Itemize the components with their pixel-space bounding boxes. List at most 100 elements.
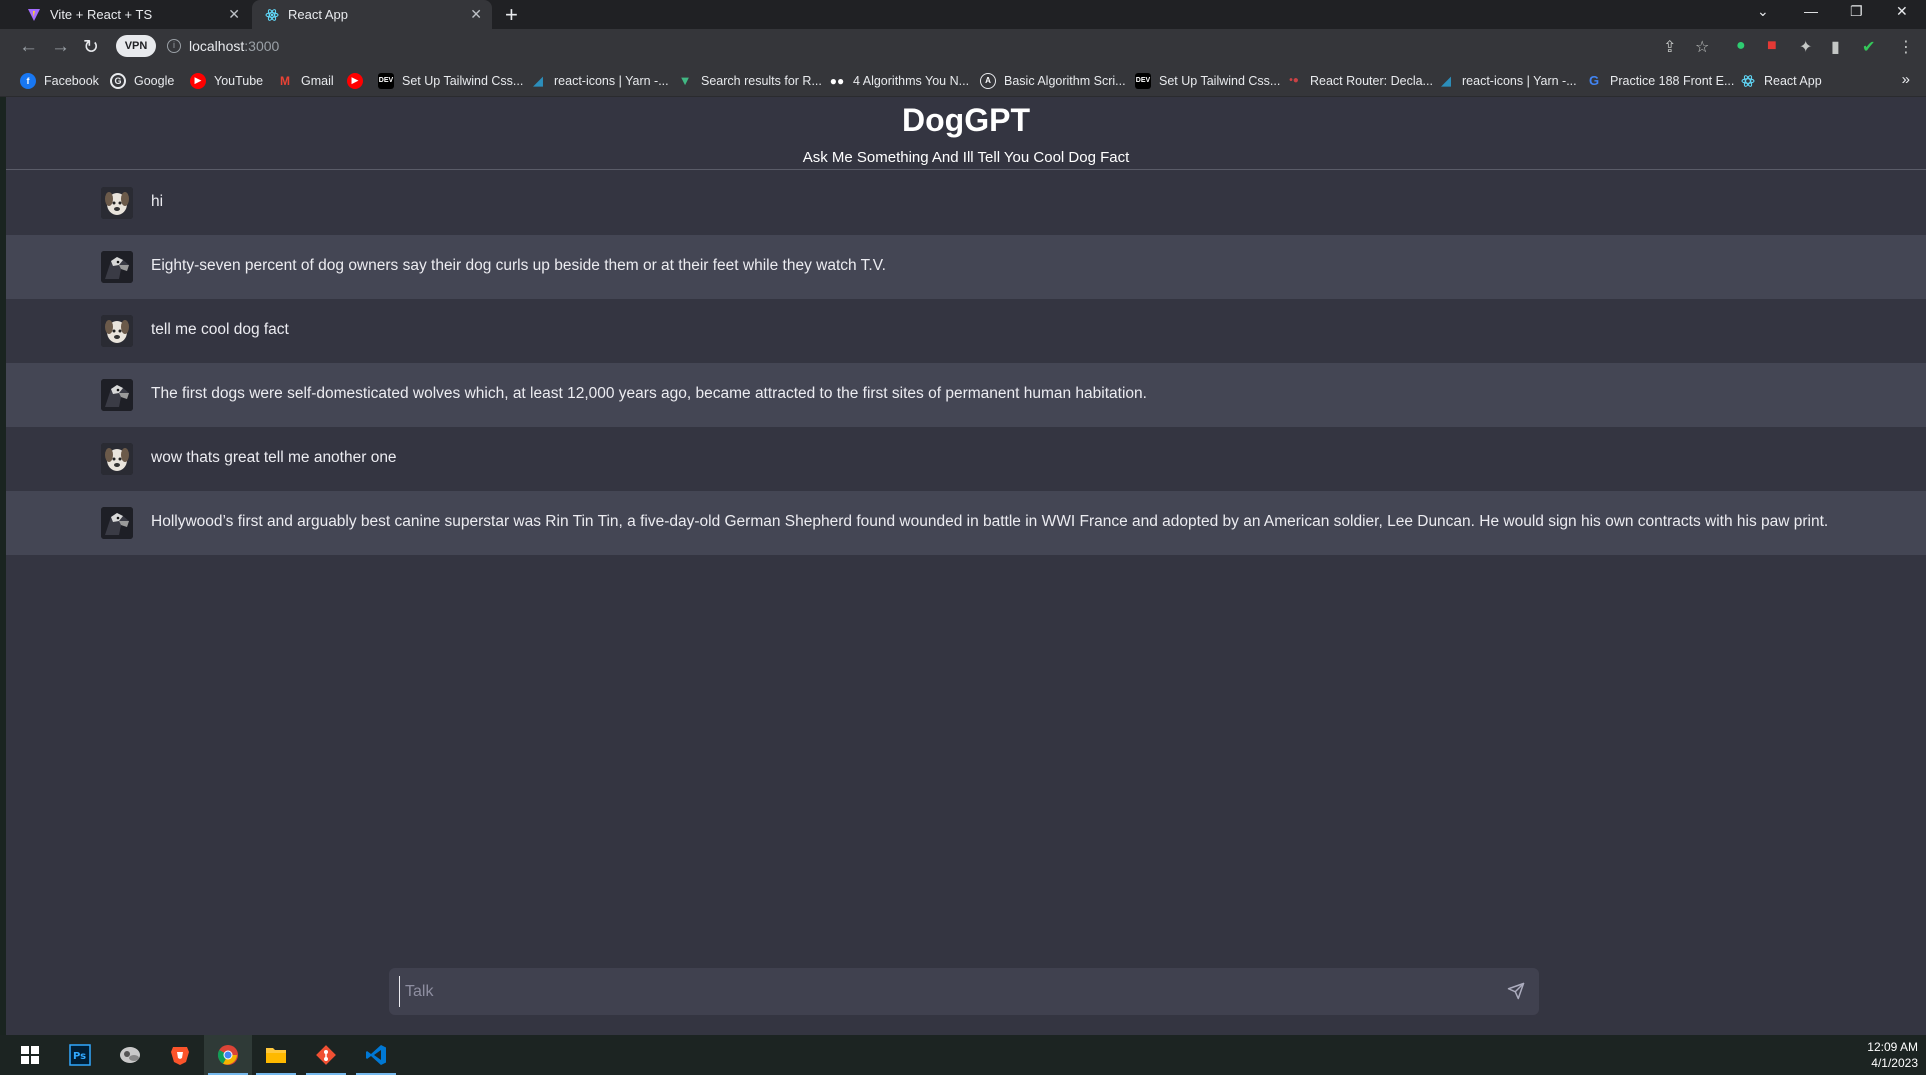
close-tab-icon[interactable]: ✕ (228, 6, 240, 23)
bookmark-basic-algorithm[interactable]: A Basic Algorithm Scri... (980, 65, 1126, 96)
vue-icon: ▼ (678, 73, 692, 88)
bookmark-react-router[interactable]: •● React Router: Decla... (1286, 65, 1433, 96)
message-text: hi (151, 193, 164, 210)
bookmark-google[interactable]: G Google (110, 65, 174, 96)
system-clock[interactable]: 12:09 AM 4/1/2023 (1867, 1039, 1918, 1071)
bookmarks-overflow-icon[interactable]: » (1902, 71, 1910, 88)
tab-strip: Vite + React + TS ✕ React App ✕ + ⌄ — ❐ … (0, 0, 1926, 29)
user-message: hi (6, 171, 1926, 235)
yarn-icon: ◢ (533, 72, 543, 88)
bookmark-label: react-icons | Yarn -... (1462, 73, 1577, 88)
react-icon (1740, 73, 1756, 89)
chat-input[interactable] (399, 976, 1499, 1007)
minimize-icon[interactable]: — (1804, 3, 1818, 19)
new-tab-button[interactable]: + (505, 2, 518, 28)
bookmark-practice-front-end[interactable]: G Practice 188 Front E... (1586, 65, 1734, 96)
tab-title: Vite + React + TS (50, 7, 153, 22)
freecodecamp-icon: A (980, 72, 996, 89)
extension-red-icon[interactable]: ■ (1767, 37, 1777, 55)
bot-message: Hollywood’s first and arguably best cani… (6, 491, 1926, 555)
photoshop-icon[interactable]: Ps (56, 1035, 104, 1075)
app-subtitle: Ask Me Something And Ill Tell You Cool D… (802, 149, 1130, 166)
extension-shield-icon[interactable]: ✔ (1862, 37, 1875, 57)
app-header: DogGPT Ask Me Something And Ill Tell You… (6, 97, 1926, 170)
bookmark-dev-tailwind[interactable]: DEV Set Up Tailwind Css... (378, 65, 523, 96)
close-tab-icon[interactable]: ✕ (470, 6, 482, 23)
send-icon[interactable] (1507, 982, 1525, 1000)
url-port: :3000 (244, 38, 280, 54)
app-title: DogGPT (902, 102, 1030, 138)
youtube-icon: ▶ (347, 72, 363, 89)
extensions-puzzle-icon[interactable]: ✦ (1799, 37, 1812, 57)
git-icon[interactable] (302, 1035, 350, 1075)
user-avatar (101, 315, 133, 347)
tab-react-app[interactable]: React App ✕ (252, 0, 492, 29)
bookmark-yarn-react-icons-2[interactable]: ◢ react-icons | Yarn -... (1438, 65, 1577, 96)
bot-message: Eighty-seven percent of dog owners say t… (6, 235, 1926, 299)
bookmark-label: YouTube (214, 73, 264, 88)
facebook-icon: f (20, 72, 36, 89)
forward-icon[interactable]: → (51, 36, 70, 58)
message-text: Eighty-seven percent of dog owners say t… (151, 257, 886, 274)
google-icon: G (110, 72, 126, 89)
bookmark-label: Set Up Tailwind Css... (1159, 73, 1281, 88)
user-message: wow thats great tell me another one (6, 427, 1926, 491)
bookmark-label: Practice 188 Front E... (1610, 73, 1735, 88)
bookmark-search-results[interactable]: ▼ Search results for R... (677, 65, 822, 96)
message-text: tell me cool dog fact (151, 321, 289, 338)
bookmark-label: React App (1764, 73, 1822, 88)
message-list: hi Eighty-seven percent of dog owners say… (6, 171, 1926, 555)
message-text: Hollywood’s first and arguably best cani… (151, 513, 1829, 530)
side-panel-icon[interactable]: ▮ (1831, 37, 1840, 57)
greatfrontend-icon: G (1588, 73, 1600, 88)
dev-icon: DEV (378, 72, 394, 89)
address-bar[interactable]: localhost:3000 (189, 38, 279, 54)
bookmark-yarn-react-icons[interactable]: ◢ react-icons | Yarn -... (530, 65, 669, 96)
menu-kebab-icon[interactable]: ⋮ (1898, 37, 1914, 57)
vpn-badge[interactable]: VPN (116, 35, 156, 57)
bookmark-react-app[interactable]: React App (1740, 65, 1822, 96)
vite-icon (26, 7, 42, 23)
reload-icon[interactable]: ↻ (83, 36, 99, 59)
extension-lock-icon[interactable]: ● (1736, 37, 1746, 55)
user-avatar (101, 443, 133, 475)
bookmark-facebook[interactable]: f Facebook (20, 65, 99, 96)
tab-search-icon[interactable]: ⌄ (1757, 3, 1769, 20)
chat-input-box (389, 968, 1539, 1015)
share-icon[interactable]: ⇪ (1663, 37, 1676, 57)
bot-message: The first dogs were self-domesticated wo… (6, 363, 1926, 427)
bookmark-dev-tailwind-2[interactable]: DEV Set Up Tailwind Css... (1135, 65, 1280, 96)
close-window-icon[interactable]: ✕ (1896, 3, 1908, 20)
svg-text:Ps: Ps (73, 1051, 86, 1062)
windows-start-icon[interactable] (6, 1035, 54, 1075)
file-explorer-icon[interactable] (252, 1035, 300, 1075)
chrome-icon[interactable] (204, 1035, 252, 1075)
restore-icon[interactable]: ❐ (1850, 3, 1863, 20)
react-icon (264, 7, 280, 23)
bookmark-algorithms[interactable]: ●● 4 Algorithms You N... (829, 65, 969, 96)
dev-icon: DEV (1135, 72, 1151, 89)
bookmark-youtube-2[interactable]: ▶ (347, 65, 371, 96)
bookmark-label: Search results for R... (701, 73, 822, 88)
react-router-icon: •● (1289, 75, 1299, 86)
vscode-icon[interactable] (352, 1035, 400, 1075)
site-info-icon[interactable]: i (167, 39, 181, 53)
brave-icon[interactable] (156, 1035, 204, 1075)
clock-time: 12:09 AM (1867, 1040, 1918, 1054)
bookmark-youtube[interactable]: ▶ YouTube (190, 65, 263, 96)
gmail-icon: M (280, 73, 290, 88)
bookmark-label: Google (134, 73, 175, 88)
back-icon[interactable]: ← (19, 36, 38, 58)
tab-vite[interactable]: Vite + React + TS ✕ (14, 0, 250, 29)
user-message: tell me cool dog fact (6, 299, 1926, 363)
yarn-icon: ◢ (1441, 72, 1451, 88)
message-text: wow thats great tell me another one (151, 449, 397, 466)
bookmark-label: react-icons | Yarn -... (554, 73, 669, 88)
bookmark-gmail[interactable]: M Gmail (277, 65, 334, 96)
bot-avatar (101, 507, 133, 539)
app-icon[interactable] (106, 1035, 154, 1075)
bot-avatar (101, 379, 133, 411)
message-text: The first dogs were self-domesticated wo… (151, 385, 1147, 402)
bookmark-label: Basic Algorithm Scri... (1004, 73, 1126, 88)
bookmark-star-icon[interactable]: ☆ (1695, 37, 1709, 57)
